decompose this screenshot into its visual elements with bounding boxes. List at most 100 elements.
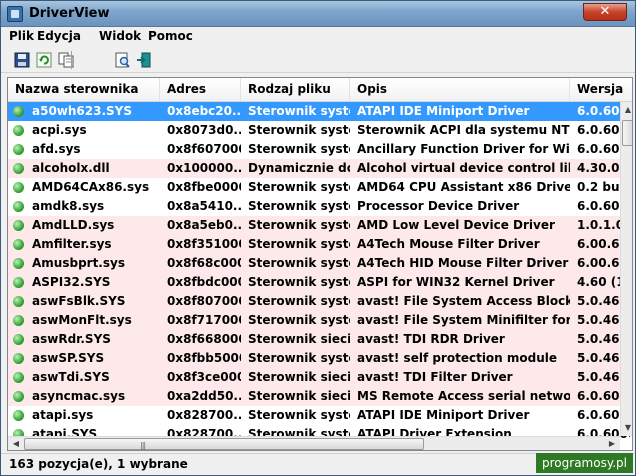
driver-file-type-cell: Sterownik syste... [248,142,350,156]
refresh-icon[interactable] [35,51,53,69]
driver-address-cell: 0x8fbb5000 [167,351,241,365]
driverview-app-icon [7,6,23,22]
menu-file[interactable]: Plik [9,29,34,43]
driver-file-type-cell: Sterownik syste... [248,104,350,118]
driver-address-cell: 0x8f807000 [167,294,241,308]
table-row[interactable]: ASPI32.SYS 0x8fbdc000 Sterownik syste... AS… [8,273,630,292]
vertical-scroll-thumb[interactable] [622,120,632,146]
driver-name-cell: alcoholx.dll [32,161,110,175]
driver-description-cell: avast! TDI Filter Driver [357,370,513,384]
horizontal-scroll-thumb[interactable]: ||| [24,438,424,450]
driver-status-icon [13,258,24,269]
table-row[interactable]: AmdLLD.sys 0x8a5eb0... Sterownik syste... A… [8,216,624,235]
driver-address-cell: 0x8a5410... [167,199,241,213]
driver-status-icon [13,315,24,326]
driver-address-cell: 0x8f68c000 [167,256,241,270]
column-header-address[interactable]: Adres [160,78,241,102]
close-button[interactable]: ✕ [583,3,627,21]
menu-view[interactable]: Widok [99,29,141,43]
driver-address-cell: 0x8073d0... [167,123,241,137]
column-header-version[interactable]: Wersja [570,78,632,102]
table-row[interactable]: aswTdi.SYS 0x8f3ce000 Sterownik sieci... av… [8,368,628,387]
driver-name-cell: aswMonFlt.sys [32,313,132,327]
driver-file-type-cell: Sterownik sieci... [248,332,350,346]
driver-name-cell: aswRdr.SYS [32,332,111,346]
driver-description-cell: avast! File System Access Blocking ... [357,294,570,308]
title-bar[interactable]: DriverView ✕ [1,1,635,27]
table-row[interactable]: aswFsBlk.SYS 0x8f807000 Sterownik syste...… [8,292,628,311]
driver-status-icon [13,163,24,174]
driver-description-cell: MS Remote Access serial network d... [357,389,570,403]
driver-name-cell: AMD64CAx86.sys [32,180,150,194]
driver-status-icon [13,372,24,383]
scroll-right-icon[interactable]: ▶ [604,437,620,450]
driver-file-type-cell: Sterownik syste... [248,180,350,194]
driver-name-cell: ASPI32.SYS [32,275,111,289]
scroll-up-icon[interactable]: ▲ [621,102,632,118]
table-row[interactable]: AMD64CAx86.sys 0x8fbe0000 Sterownik syste.… [8,178,630,197]
exit-icon[interactable] [135,51,153,69]
driver-file-type-cell: Sterownik syste... [248,313,350,327]
driver-address-cell: 0x8fbdc000 [167,275,241,289]
column-header-file-type[interactable]: Rodzaj pliku [241,78,350,102]
vertical-scrollbar[interactable]: ▲ ▼ [620,102,632,436]
driver-name-cell: aswSP.SYS [32,351,105,365]
driver-address-cell: 0x8f351000 [167,237,241,251]
driver-address-cell: 0x8f3ce000 [167,370,241,384]
table-row[interactable]: aswSP.SYS 0x8fbb5000 Sterownik syste... ava… [8,349,628,368]
menu-edit[interactable]: Edycja [37,29,81,43]
driver-address-cell: 0x8fbe0000 [167,180,241,194]
scroll-left-icon[interactable]: ◀ [8,437,24,450]
status-bar: 163 pozycja(e), 1 wybrane programosy.pl [1,453,635,475]
driver-file-type-cell: Sterownik syste... [248,351,350,365]
driver-status-icon [13,182,24,193]
table-row[interactable]: afd.sys 0x8f607000 Sterownik syste... Ancil… [8,140,630,159]
driver-file-type-cell: Sterownik syste... [248,275,350,289]
list-header: Nazwa sterownika Adres Rodzaj pliku Opis… [8,78,632,102]
column-header-name[interactable]: Nazwa sterownika [8,78,160,102]
driver-description-cell: AMD64 CPU Assistant x86 Driver [357,180,570,194]
driver-name-cell: asyncmac.sys [32,389,126,403]
driver-status-icon [13,125,24,136]
properties-icon[interactable] [113,51,131,69]
table-row[interactable]: acpi.sys 0x8073d0... Sterownik syste... Ste… [8,121,630,140]
table-row[interactable]: asyncmac.sys 0xa2dd50... Sterownik sieci..… [8,387,630,406]
driver-description-cell: Processor Device Driver [357,199,520,213]
driver-status-icon [13,410,24,421]
grip-icon: ||| [140,441,146,450]
scroll-down-icon[interactable]: ▼ [621,420,632,436]
table-row[interactable]: Amfilter.sys 0x8f351000 Sterownik syste...… [8,235,628,254]
save-icon[interactable] [13,51,31,69]
driver-name-cell: Amfilter.sys [32,237,112,251]
table-row[interactable]: aswRdr.SYS 0x8f668000 Sterownik sieci... av… [8,330,628,349]
driver-description-cell: Ancillary Function Driver for WinSo... [357,142,570,156]
column-header-description[interactable]: Opis [350,78,570,102]
driver-name-cell: acpi.sys [32,123,87,137]
table-row[interactable]: a50wh623.SYS 0x8ebc20... Sterownik syste..… [8,102,630,121]
status-text: 163 pozycja(e), 1 wybrane [9,457,188,471]
driver-description-cell: avast! TDI RDR Driver [357,332,505,346]
table-row[interactable]: amdk8.sys 0x8a5410... Sterownik syste... Pr… [8,197,630,216]
driver-description-cell: AMD Low Level Device Driver [357,218,555,232]
horizontal-scrollbar[interactable]: ◀ ||| ▶ [8,436,620,450]
driver-status-icon [13,144,24,155]
driver-address-cell: 0x828700... [167,408,241,422]
driver-file-type-cell: Sterownik syste... [248,237,350,251]
driver-address-cell: 0x8a5eb0... [167,218,241,232]
copy-icon[interactable] [57,51,75,69]
driver-name-cell: afd.sys [32,142,81,156]
driver-status-icon [13,296,24,307]
driver-name-cell: a50wh623.SYS [32,104,133,118]
driver-list[interactable]: Nazwa sterownika Adres Rodzaj pliku Opis… [7,77,633,451]
table-row[interactable]: atapi.sys 0x828700... Sterownik syste... AT… [8,406,630,425]
table-row[interactable]: aswMonFlt.sys 0x8f717000 Sterownik syste..… [8,311,628,330]
driver-description-cell: avast! self protection module [357,351,558,365]
driver-address-cell: 0x8f668000 [167,332,241,346]
table-row[interactable]: alcoholx.dll 0x100000... Dynamicznie do...… [8,159,630,178]
table-row[interactable]: Amusbprt.sys 0x8f68c000 Sterownik syste...… [8,254,628,273]
driver-name-cell: Amusbprt.sys [32,256,125,270]
menu-help[interactable]: Pomoc [148,29,193,43]
driver-address-cell: 0x8ebc20... [167,104,241,118]
driver-file-type-cell: Sterownik syste... [248,218,350,232]
driver-name-cell: aswTdi.SYS [32,370,110,384]
